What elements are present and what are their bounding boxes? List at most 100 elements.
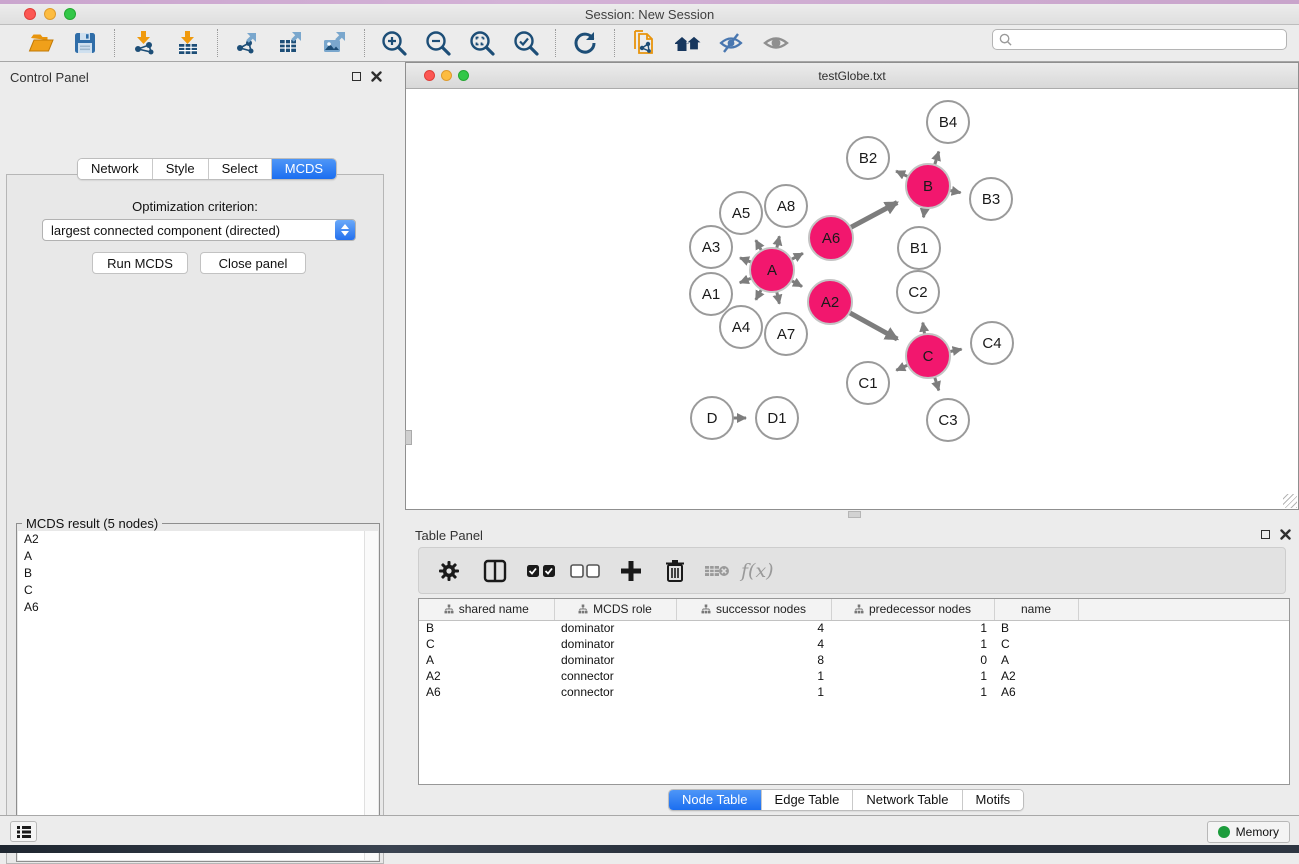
hide-selection-button[interactable] (717, 28, 747, 58)
table-cell[interactable]: 8 (676, 652, 831, 668)
graph-edge-C-C3[interactable] (935, 377, 939, 390)
table-cell[interactable]: B (994, 620, 1078, 636)
table-cell[interactable]: B (419, 620, 554, 636)
table-cell[interactable]: dominator (554, 620, 676, 636)
table-row[interactable]: Bdominator41B (419, 620, 1289, 636)
zoom-out-button[interactable] (423, 28, 453, 58)
run-mcds-button[interactable]: Run MCDS (92, 252, 188, 274)
graph-node-C3[interactable]: C3 (927, 399, 969, 441)
graph-edge-A-A2[interactable] (791, 281, 802, 287)
tab-network[interactable]: Network (78, 159, 153, 179)
mcds-result-list[interactable]: A2ABCA6 (18, 531, 378, 860)
first-neighbors-button[interactable] (673, 28, 703, 58)
result-item[interactable]: A6 (18, 599, 378, 616)
tab-mcds[interactable]: MCDS (272, 159, 336, 179)
graph-edge-B-B3[interactable] (950, 190, 961, 192)
graph-node-C4[interactable]: C4 (971, 322, 1013, 364)
tab-edge-table[interactable]: Edge Table (762, 790, 854, 810)
zoom-in-button[interactable] (379, 28, 409, 58)
table-cell[interactable]: 1 (831, 684, 994, 700)
graph-node-A6[interactable]: A6 (809, 216, 853, 260)
graph-edge-A-A1[interactable] (740, 278, 752, 283)
float-panel-icon[interactable] (352, 72, 361, 81)
table-cell[interactable]: A6 (994, 684, 1078, 700)
tab-network-table[interactable]: Network Table (853, 790, 962, 810)
graph-node-B[interactable]: B (906, 164, 950, 208)
graph-node-D1[interactable]: D1 (756, 397, 798, 439)
open-session-button[interactable] (26, 28, 56, 58)
export-table-button[interactable] (276, 28, 306, 58)
graph-edge-A2-C[interactable] (849, 313, 897, 340)
save-session-button[interactable] (70, 28, 100, 58)
graph-node-C1[interactable]: C1 (847, 362, 889, 404)
export-network-button[interactable] (232, 28, 262, 58)
graph-edge-B-B1[interactable] (924, 208, 925, 218)
result-item[interactable]: C (18, 582, 378, 599)
graph-edge-B-B2[interactable] (896, 171, 908, 177)
network-window-left-handle[interactable] (405, 430, 412, 445)
horizontal-splitter-handle[interactable] (848, 511, 861, 518)
import-table-button[interactable] (173, 28, 203, 58)
network-canvas[interactable]: AA1A2A3A4A5A6A7A8BB1B2B3B4CC1C2C3C4DD1 (406, 89, 1298, 509)
graph-edge-A-A8[interactable] (777, 236, 780, 248)
optimization-criterion-select[interactable]: largest connected component (directed) (42, 219, 356, 241)
table-cell[interactable]: C (994, 636, 1078, 652)
table-cell[interactable]: 1 (831, 620, 994, 636)
graph-edge-C-C1[interactable] (896, 365, 908, 370)
column-header-name[interactable]: name (994, 599, 1078, 620)
unselect-all-columns-button[interactable] (567, 554, 603, 588)
show-column-panel-button[interactable] (477, 554, 513, 588)
graph-node-A5[interactable]: A5 (720, 192, 762, 234)
table-cell[interactable]: 1 (831, 636, 994, 652)
close-table-panel-icon[interactable] (1280, 529, 1291, 540)
select-all-columns-button[interactable] (523, 554, 559, 588)
float-table-panel-icon[interactable] (1261, 530, 1270, 539)
graph-node-A[interactable]: A (750, 248, 794, 292)
table-cell[interactable]: 1 (676, 668, 831, 684)
network-window-titlebar[interactable]: testGlobe.txt (406, 63, 1298, 89)
graph-node-A1[interactable]: A1 (690, 273, 732, 315)
graph-edge-C-C2[interactable] (923, 323, 925, 335)
table-cell[interactable]: dominator (554, 652, 676, 668)
graph-edge-A-A4[interactable] (756, 289, 762, 300)
graph-edge-B-B4[interactable] (935, 152, 939, 165)
graph-edge-C-C4[interactable] (950, 349, 962, 351)
table-cell[interactable]: 4 (676, 620, 831, 636)
table-cell[interactable]: connector (554, 684, 676, 700)
function-builder-button[interactable]: f(x) (741, 560, 774, 582)
zoom-selected-button[interactable] (511, 28, 541, 58)
column-header-successor-nodes[interactable]: successor nodes (676, 599, 831, 620)
show-all-button[interactable] (761, 28, 791, 58)
new-network-from-selection-button[interactable] (629, 28, 659, 58)
table-row[interactable]: Cdominator41C (419, 636, 1289, 652)
column-header-shared-name[interactable]: shared name (419, 599, 554, 620)
network-window-resize-grip[interactable] (1283, 494, 1297, 508)
graph-edge-A-A3[interactable] (740, 258, 751, 262)
graph-node-A8[interactable]: A8 (765, 185, 807, 227)
refresh-layout-button[interactable] (570, 28, 600, 58)
graph-node-C[interactable]: C (906, 334, 950, 378)
delete-columns-button[interactable] (657, 554, 693, 588)
zoom-fit-button[interactable] (467, 28, 497, 58)
table-cell[interactable]: A2 (419, 668, 554, 684)
tab-select[interactable]: Select (209, 159, 272, 179)
table-cell[interactable]: 1 (831, 668, 994, 684)
result-item[interactable]: A (18, 548, 378, 565)
graph-edge-A6-B[interactable] (850, 203, 897, 228)
close-panel-button[interactable]: Close panel (200, 252, 306, 274)
column-header-predecessor-nodes[interactable]: predecessor nodes (831, 599, 994, 620)
graph-node-B4[interactable]: B4 (927, 101, 969, 143)
table-cell[interactable]: 1 (676, 684, 831, 700)
column-header-MCDS-role[interactable]: MCDS role (554, 599, 676, 620)
graph-node-B2[interactable]: B2 (847, 137, 889, 179)
delete-table-button[interactable] (699, 554, 735, 588)
table-cell[interactable]: 4 (676, 636, 831, 652)
table-cell[interactable]: C (419, 636, 554, 652)
table-mode-button[interactable] (431, 554, 467, 588)
close-panel-icon[interactable] (371, 71, 382, 82)
search-input[interactable] (1016, 33, 1280, 47)
table-cell[interactable]: connector (554, 668, 676, 684)
graph-edge-A-A6[interactable] (791, 253, 803, 259)
graph-node-A3[interactable]: A3 (690, 226, 732, 268)
tab-motifs[interactable]: Motifs (963, 790, 1024, 810)
